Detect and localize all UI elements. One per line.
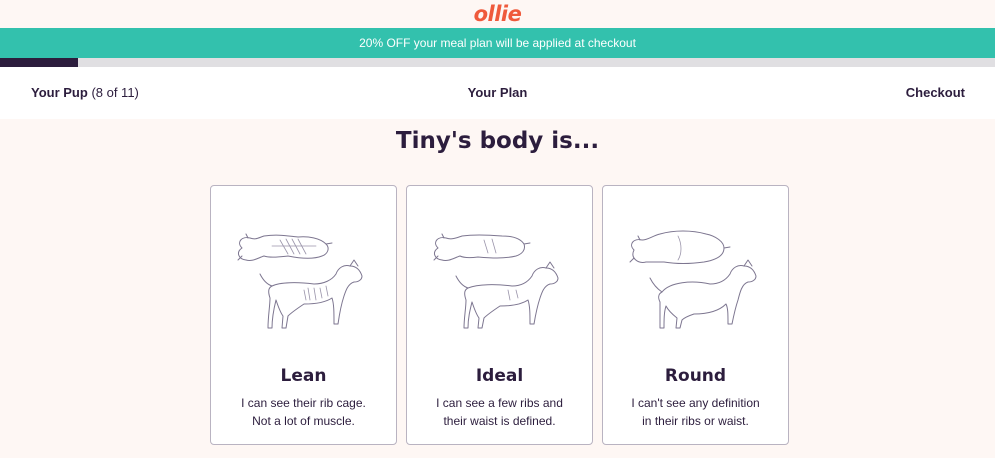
option-description-line: Not a lot of muscle.	[252, 414, 355, 428]
option-description-line: I can see their rib cage.	[241, 396, 366, 410]
step-your-plan-label: Your Plan	[467, 85, 528, 100]
promo-banner: 20% OFF your meal plan will be applied a…	[0, 28, 995, 58]
step-your-plan[interactable]: Your Plan	[0, 85, 995, 100]
progress-bar-fill	[0, 58, 78, 67]
step-checkout[interactable]: Checkout	[906, 85, 965, 100]
option-description-line: in their ribs or waist.	[642, 414, 749, 428]
top-bar: ollie	[0, 0, 995, 28]
ollie-logo[interactable]: ollie	[474, 3, 522, 25]
option-title: Ideal	[475, 366, 524, 386]
option-card-round[interactable]: Round I can't see any definition in thei…	[602, 185, 789, 445]
page-title: Tiny's body is...	[395, 128, 600, 154]
lean-dog-illustration	[237, 233, 363, 329]
option-title: Round	[664, 366, 727, 386]
ideal-dog-illustration	[433, 233, 559, 329]
step-checkout-label: Checkout	[905, 85, 965, 100]
promo-text: 20% OFF your meal plan will be applied a…	[359, 36, 636, 50]
option-card-lean[interactable]: Lean I can see their rib cage. Not a lot…	[210, 185, 397, 445]
option-card-ideal[interactable]: Ideal I can see a few ribs and their wai…	[406, 185, 593, 445]
round-dog-illustration	[629, 230, 757, 329]
progress-bar	[0, 58, 995, 67]
option-title: Lean	[280, 366, 327, 386]
step-navigation: Your Pup (8 of 11) Your Plan Checkout	[0, 67, 995, 119]
option-description-line: I can see a few ribs and	[436, 396, 563, 410]
option-description: I can see their rib cage. Not a lot of m…	[221, 394, 386, 430]
option-description-line: I can't see any definition	[631, 396, 760, 410]
option-description: I can see a few ribs and their waist is …	[417, 394, 582, 430]
option-description-line: their waist is defined.	[443, 414, 556, 428]
option-description: I can't see any definition in their ribs…	[613, 394, 778, 430]
